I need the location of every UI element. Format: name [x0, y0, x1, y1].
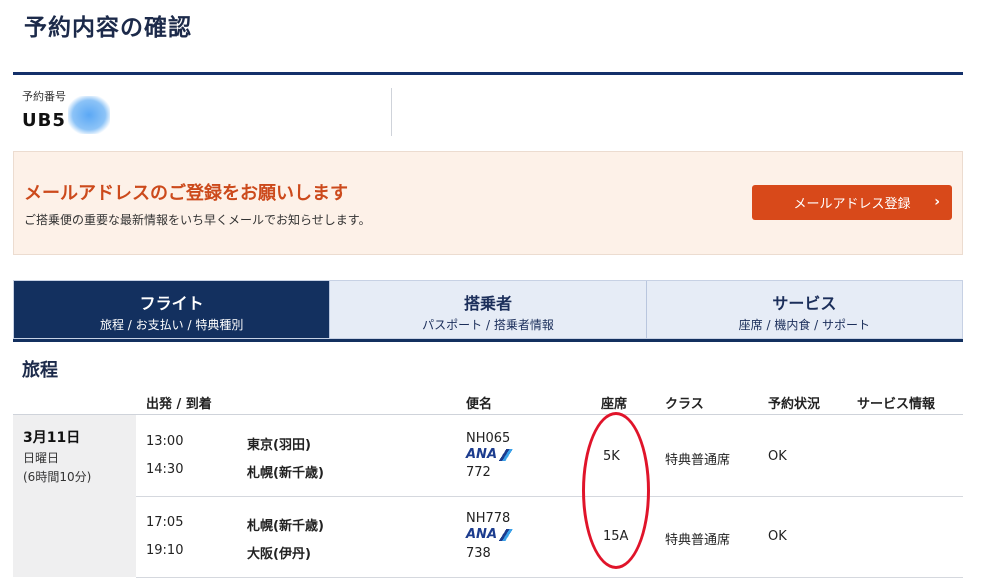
- segment1-dep-time: 13:00: [146, 434, 184, 449]
- tab-flight-subtitle: 旅程 / お支払い / 特典種別: [99, 318, 244, 332]
- column-header-depart-arrive: 出発 / 到着: [146, 397, 212, 412]
- segment2-seat: 15A: [603, 529, 629, 544]
- itinerary-title: 旅程: [22, 360, 58, 381]
- segment2-dep-city: 札幌(新千歳): [247, 519, 324, 534]
- email-banner-heading: メールアドレスのご登録をお願いします: [24, 183, 348, 204]
- column-header-status: 予約状況: [768, 397, 821, 412]
- booking-number: UB5: [22, 96, 392, 134]
- email-registration-banner: メールアドレスのご登録をお願いします ご搭乗便の重要な最新情報をいち早くメールで…: [13, 151, 963, 255]
- column-header-service: サービス情報: [857, 397, 936, 412]
- register-email-button[interactable]: メールアドレス登録 ›: [752, 185, 952, 220]
- segment1-class: 特典普通席: [665, 453, 731, 468]
- page-title: 予約内容の確認: [24, 15, 192, 41]
- segment1-flight-number[interactable]: NH065: [466, 431, 510, 446]
- segment-divider: [136, 496, 963, 497]
- flight-date-cell: 3月11日 日曜日 (6時間10分): [13, 415, 136, 577]
- segment2-status: OK: [768, 529, 787, 544]
- redaction-blur: [67, 96, 110, 134]
- segment1-status: OK: [768, 449, 787, 464]
- seat-highlight-annotation: [582, 412, 650, 569]
- ana-logo-icon: ANA: [466, 447, 513, 462]
- chevron-right-icon: ›: [934, 194, 940, 210]
- segment2-dep-time: 17:05: [146, 515, 184, 530]
- flight-date: 3月11日: [23, 430, 81, 446]
- segment1-seat: 5K: [603, 449, 620, 464]
- tab-flight-title: フライト: [139, 294, 204, 313]
- register-email-button-label: メールアドレス登録: [793, 197, 911, 212]
- segment2-aircraft: 738: [466, 546, 491, 561]
- reservation-tabs: フライト 旅程 / お支払い / 特典種別 搭乗者 パスポート / 搭乗者情報 …: [13, 280, 963, 339]
- column-header-seat: 座席: [601, 397, 628, 412]
- segment1-aircraft: 772: [466, 465, 491, 480]
- tab-services[interactable]: サービス 座席 / 機内食 / サポート: [645, 281, 962, 338]
- email-banner-subtext: ご搭乗便の重要な最新情報をいち早くメールでお知らせします。: [24, 213, 371, 227]
- ana-logo-icon: ANA: [466, 527, 513, 542]
- tab-services-title: サービス: [772, 294, 837, 313]
- segment1-arr-time: 14:30: [146, 462, 184, 477]
- booking-reference: 予約番号 UB5: [22, 88, 392, 138]
- tab-passenger[interactable]: 搭乗者 パスポート / 搭乗者情報: [329, 281, 646, 338]
- table-bottom-divider: [136, 577, 963, 578]
- flight-weekday: 日曜日: [23, 451, 60, 465]
- segment1-arr-city: 札幌(新千歳): [247, 466, 324, 481]
- header-divider: [13, 414, 963, 415]
- column-header-class: クラス: [665, 397, 704, 412]
- tabs-underline: [13, 339, 963, 342]
- tab-services-subtitle: 座席 / 機内食 / サポート: [738, 318, 870, 332]
- ana-logo-text: ANA: [466, 527, 498, 542]
- column-header-flight: 便名: [466, 397, 493, 412]
- segment2-arr-time: 19:10: [146, 543, 184, 558]
- segment1-dep-city: 東京(羽田): [247, 438, 311, 453]
- booking-number-value: UB5: [22, 109, 66, 131]
- tab-flight[interactable]: フライト 旅程 / お支払い / 特典種別: [14, 281, 330, 338]
- tab-passenger-subtitle: パスポート / 搭乗者情報: [422, 318, 554, 332]
- ana-logo-text: ANA: [466, 447, 498, 462]
- title-divider: [13, 72, 963, 75]
- segment2-class: 特典普通席: [665, 533, 731, 548]
- booking-divider: [391, 88, 392, 136]
- flight-duration: (6時間10分): [23, 470, 92, 484]
- segment2-flight-number[interactable]: NH778: [466, 511, 510, 526]
- segment2-arr-city: 大阪(伊丹): [247, 547, 311, 562]
- tab-passenger-title: 搭乗者: [463, 294, 512, 313]
